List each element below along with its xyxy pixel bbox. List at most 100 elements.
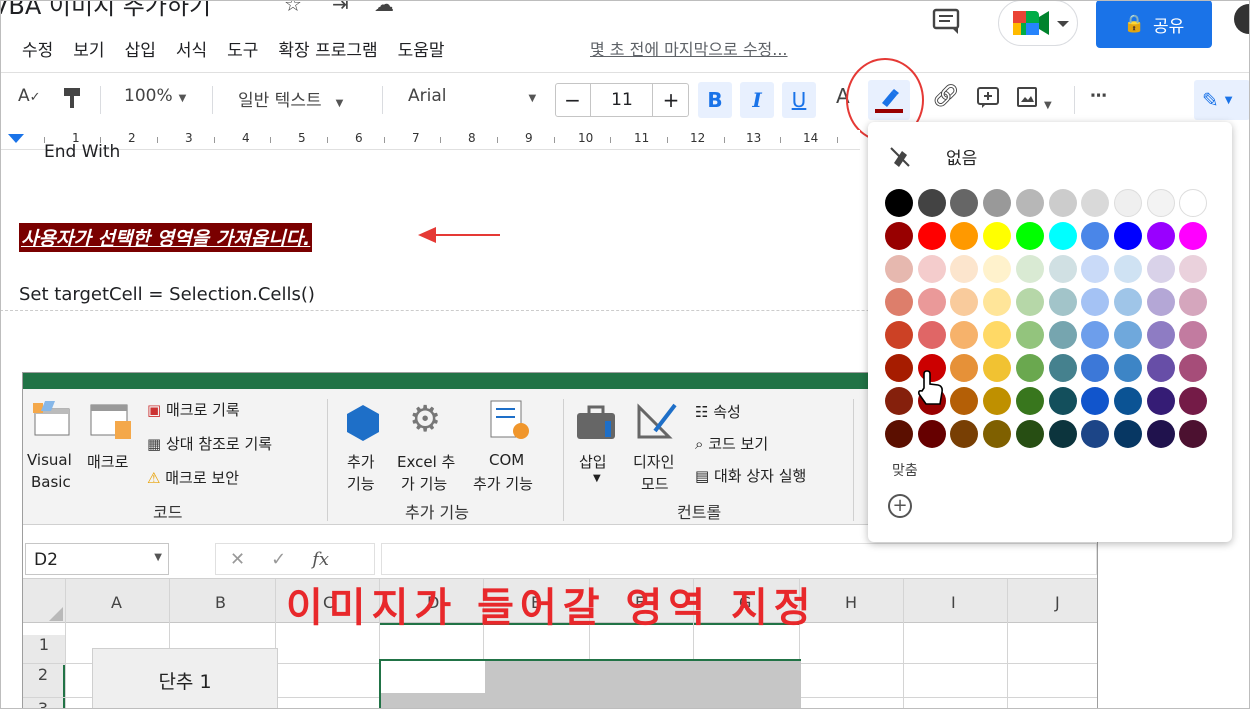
color-swatch[interactable] (1015, 189, 1044, 217)
color-swatch[interactable] (950, 288, 979, 316)
color-swatch[interactable] (1146, 255, 1175, 283)
color-swatch[interactable] (1081, 255, 1110, 283)
color-swatch[interactable] (950, 222, 979, 250)
color-swatch[interactable] (917, 288, 946, 316)
color-swatch[interactable] (1048, 420, 1077, 448)
move-folder-icon[interactable]: ⇥ (332, 0, 349, 16)
color-swatch[interactable] (1015, 387, 1044, 415)
color-swatch[interactable] (885, 420, 913, 448)
color-swatch[interactable] (1179, 222, 1208, 250)
color-swatch[interactable] (950, 387, 979, 415)
zoom-select[interactable]: 100% ▼ (124, 86, 186, 106)
color-swatch[interactable] (917, 222, 946, 250)
color-swatch[interactable] (885, 321, 913, 349)
color-swatch[interactable] (1113, 420, 1142, 448)
underline-button[interactable]: U (782, 82, 816, 118)
color-swatch[interactable] (885, 255, 913, 283)
color-swatch[interactable] (1113, 354, 1142, 382)
font-size-input[interactable]: 11 (592, 83, 652, 117)
doc-title[interactable]: VBA 이미지 추가하기 (0, 0, 211, 21)
spellcheck-icon[interactable]: A✓ (18, 86, 41, 106)
menu-help[interactable]: 도움말 (398, 36, 445, 62)
color-swatch[interactable] (950, 354, 979, 382)
color-swatch[interactable] (917, 321, 946, 349)
insert-image-icon[interactable]: ▼ (1016, 86, 1052, 113)
color-swatch[interactable] (917, 255, 946, 283)
color-swatch[interactable] (1048, 354, 1077, 382)
color-swatch[interactable] (1081, 321, 1110, 349)
color-swatch[interactable] (885, 189, 913, 217)
color-swatch[interactable] (1146, 321, 1175, 349)
color-swatch[interactable] (885, 222, 913, 250)
color-swatch[interactable] (885, 288, 913, 316)
more-options-icon[interactable]: ⋯ (1090, 86, 1108, 106)
color-swatch[interactable] (950, 420, 979, 448)
cloud-saved-icon[interactable]: ☁ (374, 0, 394, 16)
color-swatch[interactable] (983, 387, 1012, 415)
link-icon[interactable]: 🔗︎ (932, 84, 960, 109)
color-swatch[interactable] (1048, 288, 1077, 316)
color-swatch[interactable] (1146, 222, 1175, 250)
font-size-decrease-button[interactable]: − (555, 83, 591, 117)
color-swatch[interactable] (1113, 222, 1142, 250)
no-color-option[interactable]: 없음 (888, 144, 977, 169)
color-swatch[interactable] (1113, 321, 1142, 349)
color-swatch[interactable] (1081, 288, 1110, 316)
style-select[interactable]: 일반 텍스트 ▼ (238, 86, 343, 111)
color-swatch[interactable] (1179, 255, 1208, 283)
color-swatch[interactable] (1179, 387, 1208, 415)
bold-button[interactable]: B (698, 82, 732, 118)
color-swatch[interactable] (1179, 288, 1208, 316)
color-swatch[interactable] (1146, 288, 1175, 316)
color-swatch[interactable] (917, 420, 946, 448)
color-swatch[interactable] (983, 420, 1012, 448)
color-swatch[interactable] (1113, 189, 1142, 217)
color-swatch[interactable] (1113, 387, 1142, 415)
indent-marker-icon[interactable] (8, 134, 24, 143)
color-swatch[interactable] (983, 189, 1012, 217)
color-swatch[interactable] (1015, 420, 1044, 448)
editing-mode-button[interactable]: ✎ ▼ (1194, 80, 1250, 120)
meet-button[interactable] (998, 0, 1078, 46)
color-swatch[interactable] (1081, 189, 1110, 217)
last-edit-link[interactable]: 몇 초 전에 마지막으로 수정... (590, 36, 788, 60)
color-swatch[interactable] (1081, 222, 1110, 250)
color-swatch[interactable] (1015, 354, 1044, 382)
menu-insert[interactable]: 삽입 (125, 36, 156, 62)
color-swatch[interactable] (950, 255, 979, 283)
color-swatch[interactable] (1146, 189, 1175, 217)
color-swatch[interactable] (1081, 354, 1110, 382)
color-swatch[interactable] (1146, 387, 1175, 415)
avatar[interactable] (1234, 4, 1250, 34)
color-swatch[interactable] (885, 354, 913, 382)
color-swatch[interactable] (1146, 354, 1175, 382)
share-button[interactable]: 🔒 공유 (1096, 0, 1212, 48)
menu-view[interactable]: 보기 (73, 36, 104, 62)
color-swatch[interactable] (917, 189, 946, 217)
menu-format[interactable]: 서식 (176, 36, 207, 62)
color-swatch[interactable] (983, 255, 1012, 283)
color-swatch[interactable] (1179, 189, 1208, 217)
color-swatch[interactable] (1015, 321, 1044, 349)
add-comment-icon[interactable] (976, 86, 1000, 115)
color-swatch[interactable] (1113, 288, 1142, 316)
color-swatch[interactable] (1179, 420, 1208, 448)
color-swatch[interactable] (1179, 354, 1208, 382)
menu-extensions[interactable]: 확장 프로그램 (278, 36, 377, 62)
color-swatch[interactable] (1048, 255, 1077, 283)
star-icon[interactable]: ☆ (284, 0, 302, 16)
comment-history-icon[interactable] (930, 6, 964, 36)
menu-tools[interactable]: 도구 (227, 36, 258, 62)
color-swatch[interactable] (983, 354, 1012, 382)
color-swatch[interactable] (1081, 387, 1110, 415)
color-swatch[interactable] (1179, 321, 1208, 349)
font-size-increase-button[interactable]: + (652, 83, 689, 117)
add-custom-color-button[interactable]: + (888, 494, 912, 518)
color-swatch[interactable] (1015, 288, 1044, 316)
color-swatch[interactable] (1015, 222, 1044, 250)
color-swatch[interactable] (1048, 321, 1077, 349)
color-swatch[interactable] (950, 189, 979, 217)
color-swatch[interactable] (1048, 387, 1077, 415)
menu-edit[interactable]: 수정 (22, 36, 53, 62)
paint-format-icon[interactable] (62, 86, 84, 115)
